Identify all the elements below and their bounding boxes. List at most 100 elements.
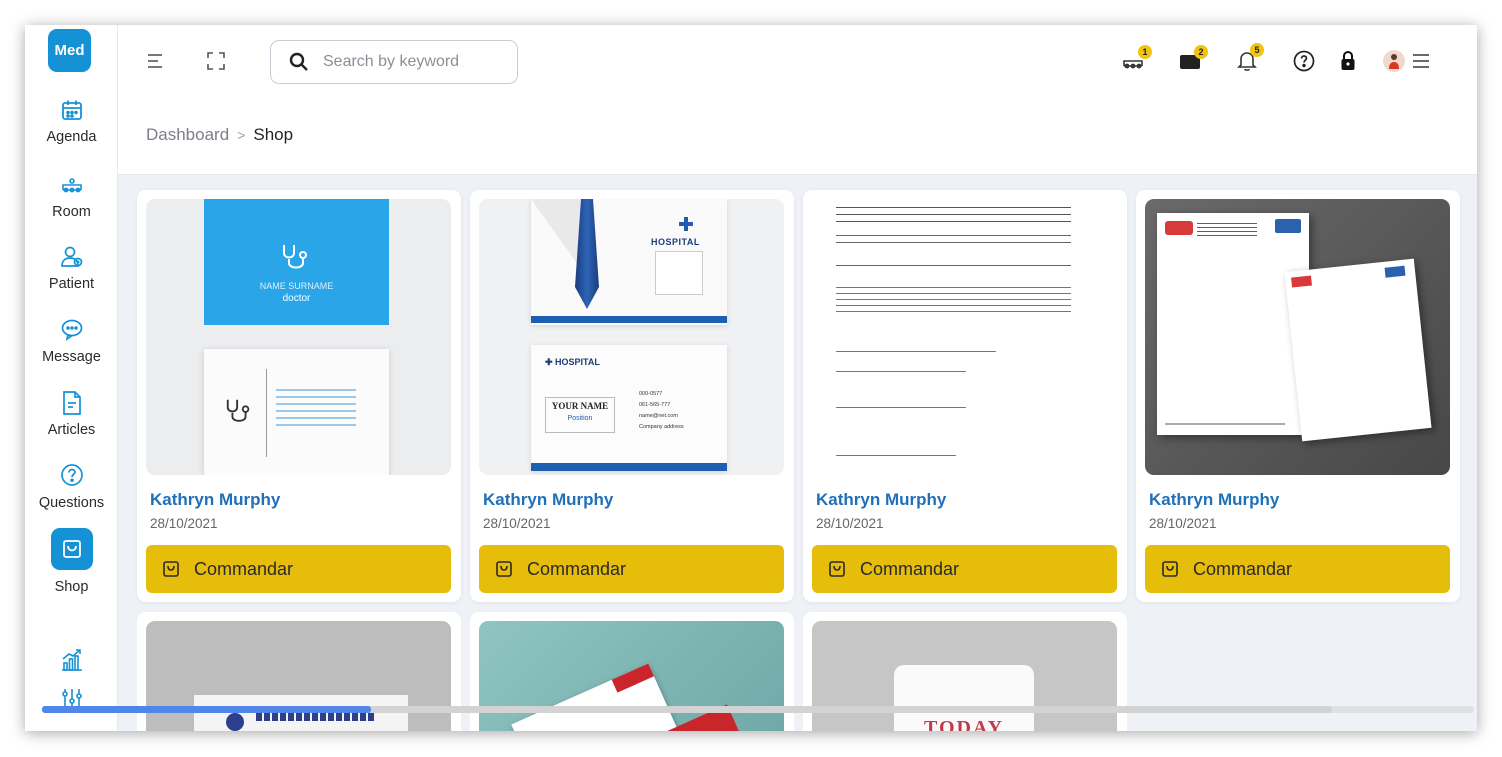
order-button[interactable]: Commandar (812, 545, 1117, 593)
contact-phone-1: 000-0577 (639, 391, 663, 397)
breadcrumb-dashboard-link[interactable]: Dashboard (146, 125, 229, 145)
search-input[interactable] (323, 53, 493, 71)
hospital-label-text: HOSPITAL (555, 357, 600, 367)
sidebar-item-room[interactable]: Room (25, 172, 118, 220)
shopping-bag-icon (162, 560, 180, 578)
search-box[interactable] (270, 40, 518, 84)
sidebar: Med Agenda Room Patient Message Articles… (25, 25, 118, 731)
your-name-text: YOUR NAME (551, 401, 609, 411)
product-thumbnail[interactable] (146, 621, 451, 731)
sidebar-item-articles[interactable]: Articles (25, 390, 118, 438)
order-button-label: Commandar (527, 558, 627, 579)
hospital-label: ✚ HOSPITAL (545, 357, 600, 368)
sidebar-item-agenda[interactable]: Agenda (25, 97, 118, 145)
shopping-bag-icon (50, 528, 93, 570)
sidebar-item-label: Questions (38, 495, 105, 511)
order-button[interactable]: Commandar (479, 545, 784, 593)
product-name[interactable]: Kathryn Murphy (1149, 490, 1279, 510)
video-progress-fill (42, 706, 372, 713)
product-thumbnail[interactable] (1145, 199, 1450, 475)
chart-icon (25, 647, 118, 673)
arabic-card-preview (194, 695, 408, 731)
document-icon (25, 390, 118, 416)
product-date: 28/10/2021 (816, 516, 884, 531)
product-card (137, 612, 461, 731)
order-button-label: Commandar (1193, 558, 1293, 579)
order-button-label: Commandar (860, 558, 960, 579)
bell-icon: 5 (1237, 43, 1264, 72)
mug-text: TODAY (923, 717, 1005, 731)
hospital-card-back: ✚ HOSPITAL YOUR NAME Position 000-0577 0… (531, 345, 727, 471)
more-menu-icon[interactable] (1411, 49, 1431, 73)
stethoscope-icon (280, 243, 312, 271)
sidebar-item-statistics[interactable] (25, 647, 118, 673)
messages-button[interactable]: 2 (1179, 45, 1208, 73)
top-header: 1 2 5 (118, 25, 1477, 175)
position-text: Position (567, 415, 593, 422)
divider (266, 369, 267, 457)
product-name[interactable]: Kathryn Murphy (483, 490, 613, 510)
lock-button[interactable] (1340, 49, 1356, 73)
order-button[interactable]: Commandar (146, 545, 451, 593)
business-card-front: NAME SURNAME doctor (204, 199, 389, 325)
sidebar-item-shop[interactable]: Shop (25, 528, 118, 595)
order-button-label: Commandar (194, 558, 294, 579)
question-icon (25, 463, 118, 489)
notifications-badge: 5 (1250, 43, 1264, 57)
product-name[interactable]: Kathryn Murphy (150, 490, 280, 510)
contact-phone-2: 061-565-777 (639, 402, 671, 408)
letterhead-sheet (1284, 258, 1432, 442)
breadcrumb: Dashboard > Shop (146, 125, 293, 145)
video-icon: 2 (1179, 45, 1208, 70)
card-name-text: NAME SURNAME (259, 281, 334, 291)
sidebar-item-patient[interactable]: Patient (25, 244, 118, 292)
calendar-icon (25, 97, 118, 123)
sidebar-item-label: Patient (48, 276, 95, 292)
lock-icon (1340, 50, 1356, 72)
app-window: Med Agenda Room Patient Message Articles… (25, 25, 1477, 731)
contact-lines (276, 389, 356, 429)
bed-icon: 1 (1121, 45, 1152, 70)
sidebar-item-label: Agenda (46, 129, 97, 145)
mug-graphic: TODAY (894, 665, 1034, 731)
user-avatar[interactable] (1383, 49, 1405, 73)
sidebar-item-message[interactable]: Message (25, 317, 118, 365)
product-thumbnail[interactable]: NAME SURNAME doctor (146, 199, 451, 475)
product-thumbnail[interactable]: TODAY (812, 621, 1117, 731)
business-card-back (204, 349, 389, 475)
sidebar-item-label: Room (52, 204, 91, 220)
contact-address: Company address (639, 424, 684, 430)
letterhead-logo (1165, 221, 1193, 235)
video-progress-bar[interactable] (42, 706, 1474, 713)
product-thumbnail[interactable] (479, 621, 784, 731)
hospital-card-front: HOSPITAL (531, 199, 727, 325)
room-notification-button[interactable]: 1 (1121, 45, 1152, 73)
card-title-text: doctor (282, 293, 311, 304)
stethoscope-icon (224, 397, 254, 425)
breadcrumb-current: Shop (253, 125, 294, 144)
product-date: 28/10/2021 (1149, 516, 1217, 531)
hospital-cross-icon: ✚ (545, 357, 556, 367)
fullscreen-icon[interactable] (206, 49, 226, 73)
product-card: HOSPITAL ✚ HOSPITAL YOUR NAME Position 0… (470, 190, 794, 602)
product-name[interactable]: Kathryn Murphy (816, 490, 946, 510)
notifications-button[interactable]: 5 (1237, 43, 1264, 73)
sidebar-item-label: Articles (47, 422, 96, 438)
avatar (1383, 50, 1405, 72)
sidebar-item-questions[interactable]: Questions (25, 463, 118, 511)
help-button[interactable] (1293, 49, 1315, 73)
chat-icon (25, 317, 118, 343)
sidebar-item-label: Shop (54, 579, 89, 595)
help-icon (1293, 50, 1315, 72)
menu-toggle-icon[interactable] (146, 49, 164, 73)
medical-certificate-preview (836, 207, 1086, 467)
product-thumbnail[interactable]: HOSPITAL ✚ HOSPITAL YOUR NAME Position 0… (479, 199, 784, 475)
product-card: TODAY (803, 612, 1127, 731)
app-logo[interactable]: Med (48, 29, 91, 72)
order-button[interactable]: Commandar (1145, 545, 1450, 593)
product-date: 28/10/2021 (483, 516, 551, 531)
product-thumbnail[interactable] (812, 199, 1117, 475)
messages-badge: 2 (1194, 45, 1208, 59)
letterhead-sheet (1157, 213, 1309, 435)
product-card (470, 612, 794, 731)
